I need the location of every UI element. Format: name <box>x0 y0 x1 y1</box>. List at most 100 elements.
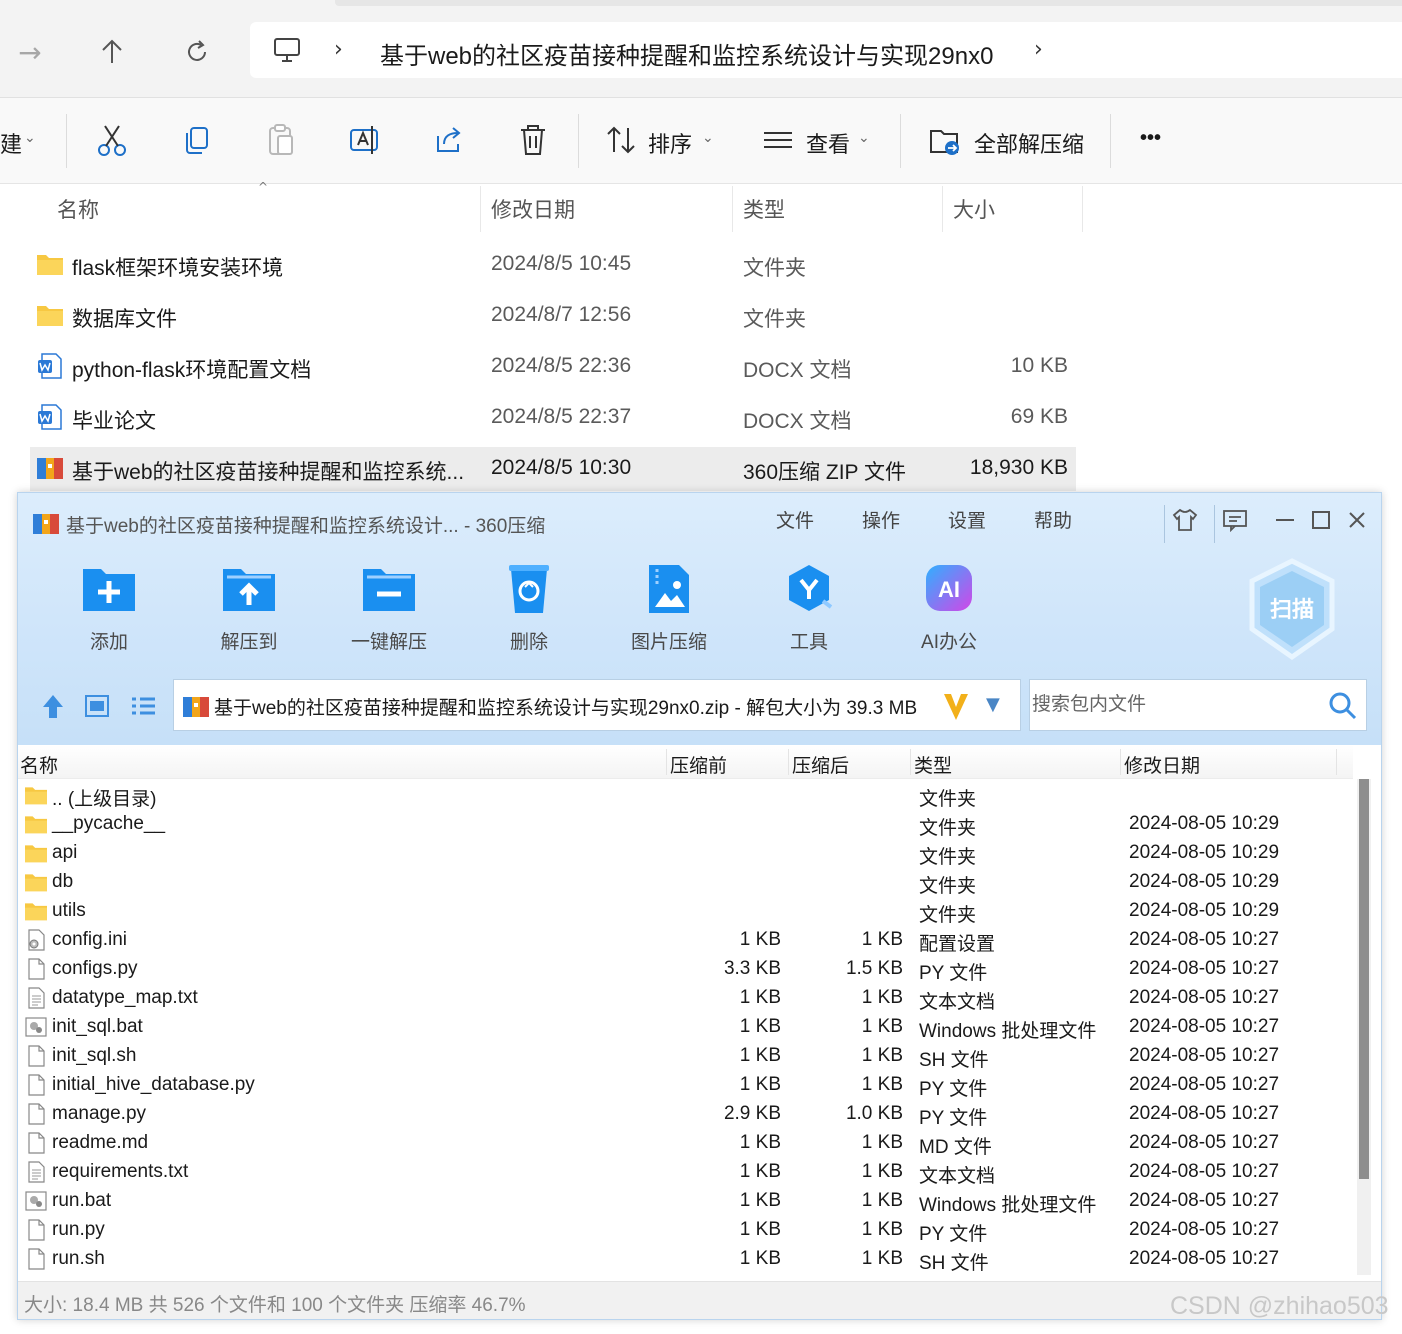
entry-name: __pycache__ <box>52 813 166 834</box>
zip-list-row[interactable]: db 文件夹 2024-08-05 10:29 <box>18 868 1353 897</box>
new-button-label[interactable]: 建 <box>0 127 22 159</box>
column-divider[interactable] <box>666 749 667 775</box>
extract-all-icon[interactable] <box>928 122 962 158</box>
zip-list-row[interactable]: init_sql.sh 1 KB 1 KB SH 文件 2024-08-05 10:27 <box>18 1042 1353 1071</box>
vertical-scrollbar[interactable] <box>1357 779 1371 1275</box>
chevron-down-icon[interactable]: ▼ <box>986 694 1000 715</box>
zip-list-row[interactable]: api 文件夹 2024-08-05 10:29 <box>18 839 1353 868</box>
zip-column-header-after[interactable]: 压缩后 <box>792 751 849 778</box>
breadcrumb[interactable]: 基于web的社区疫苗接种提醒和监控系统设计与实现29nx0 <box>380 36 993 71</box>
column-header-type[interactable]: 类型 <box>743 194 785 224</box>
file-row[interactable]: 基于web的社区疫苗接种提醒和监控系统... 2024/8/5 10:30 360压… <box>30 447 1076 491</box>
more-icon[interactable]: ••• <box>1140 127 1161 150</box>
file-row[interactable]: flask框架环境安装环境 2024/8/5 10:45 文件夹 <box>30 243 1076 287</box>
zip-column-header-date[interactable]: 修改日期 <box>1124 751 1200 778</box>
view-button-label[interactable]: 查看 <box>806 127 850 159</box>
zip-list-row[interactable]: readme.md 1 KB 1 KB MD 文件 2024-08-05 10:27 <box>18 1129 1353 1158</box>
zip-list-row[interactable]: run.bat 1 KB 1 KB Windows 批处理文件 2024-08-05 1… <box>18 1187 1353 1216</box>
delete-icon[interactable] <box>516 122 550 158</box>
rename-icon[interactable] <box>348 122 382 158</box>
zip-list-row[interactable]: requirements.txt 1 KB 1 KB 文本文档 2024-08-05 1… <box>18 1158 1353 1187</box>
file-row[interactable]: python-flask环境配置文档 2024/8/5 22:36 DOCX 文档 1… <box>30 345 1076 389</box>
delete-button[interactable]: 删除 <box>474 563 584 654</box>
zip-list-row[interactable]: .. (上级目录) 文件夹 <box>18 781 1353 810</box>
skin-shirt-icon[interactable] <box>1168 503 1202 537</box>
one-click-extract-button[interactable]: 一键解压 <box>334 563 444 654</box>
entry-size-before: 2.9 KB <box>723 1103 781 1124</box>
view-icon[interactable] <box>762 122 796 158</box>
menu-operate[interactable]: 操作 <box>862 506 900 533</box>
address-bar[interactable]: › 基于web的社区疫苗接种提醒和监控系统设计与实现29nx0 › <box>250 22 1402 78</box>
menu-file[interactable]: 文件 <box>776 506 814 533</box>
refresh-icon[interactable] <box>175 30 219 74</box>
column-divider[interactable] <box>480 186 481 232</box>
sort-icon[interactable] <box>604 122 638 158</box>
column-divider[interactable] <box>910 749 911 775</box>
ai-office-button[interactable]: AI AI办公 <box>894 563 1004 654</box>
file-row[interactable]: 数据库文件 2024/8/7 12:56 文件夹 <box>30 294 1076 338</box>
search-icon[interactable] <box>1328 691 1358 721</box>
chevron-right-icon[interactable]: › <box>1034 37 1043 62</box>
chevron-down-icon[interactable]: ⌄ <box>24 130 36 146</box>
minimize-icon[interactable] <box>1268 503 1302 537</box>
maximize-icon[interactable] <box>1304 503 1338 537</box>
column-header-name[interactable]: 名称 <box>57 194 99 224</box>
zip-column-header-name[interactable]: 名称 <box>20 751 58 778</box>
folder-icon <box>36 251 64 277</box>
column-divider[interactable] <box>788 749 789 775</box>
column-divider[interactable] <box>942 186 943 232</box>
share-icon[interactable] <box>432 122 466 158</box>
zip-list-row[interactable]: datatype_map.txt 1 KB 1 KB 文本文档 2024-08-05 1… <box>18 984 1353 1013</box>
list-view-icon[interactable] <box>128 691 158 721</box>
chevron-right-icon[interactable]: › <box>334 37 343 62</box>
up-icon[interactable] <box>90 30 134 74</box>
extract-all-button-label[interactable]: 全部解压缩 <box>974 127 1084 159</box>
search-input[interactable] <box>1032 682 1322 728</box>
entry-type: 文件夹 <box>919 905 977 926</box>
file-row[interactable]: 毕业论文 2024/8/5 22:37 DOCX 文档 69 KB <box>30 396 1076 440</box>
scan-shield-button[interactable]: 扫描 <box>1246 557 1338 661</box>
zip-list-row[interactable]: init_sql.bat 1 KB 1 KB Windows 批处理文件 2024-08… <box>18 1013 1353 1042</box>
file-type: 文件夹 <box>743 257 806 280</box>
column-divider[interactable] <box>1336 749 1337 775</box>
column-header-size[interactable]: 大小 <box>953 194 995 224</box>
entry-name: run.py <box>52 1219 105 1240</box>
search-box[interactable] <box>1029 679 1367 731</box>
menu-settings[interactable]: 设置 <box>948 506 986 533</box>
zip-list-row[interactable]: utils 文件夹 2024-08-05 10:29 <box>18 897 1353 926</box>
tools-button[interactable]: 工具 <box>754 563 864 654</box>
scrollbar-thumb[interactable] <box>1359 779 1369 1179</box>
zip-list-row[interactable]: run.sh 1 KB 1 KB SH 文件 2024-08-05 10:27 <box>18 1245 1353 1274</box>
paste-icon[interactable] <box>264 122 298 158</box>
feedback-icon[interactable] <box>1218 503 1252 537</box>
this-pc-icon <box>274 38 300 62</box>
cut-icon[interactable] <box>95 122 129 158</box>
forward-icon[interactable]: → <box>8 30 52 74</box>
image-compress-button[interactable]: 图片压缩 <box>614 563 724 654</box>
archive-path-field[interactable]: 基于web的社区疫苗接种提醒和监控系统设计与实现29nx0.zip - 解包大小… <box>173 679 1021 731</box>
chevron-down-icon[interactable]: ⌄ <box>702 130 714 146</box>
vip-v-icon[interactable] <box>942 690 970 722</box>
column-header-date[interactable]: 修改日期 <box>491 194 575 224</box>
zip-column-header-before[interactable]: 压缩前 <box>670 751 727 778</box>
close-icon[interactable] <box>1340 503 1374 537</box>
thumbnail-view-icon[interactable] <box>82 691 112 721</box>
extract-to-button[interactable]: 解压到 <box>194 563 304 654</box>
zip-list-row[interactable]: initial_hive_database.py 1 KB 1 KB PY 文件 202… <box>18 1071 1353 1100</box>
zip-column-header-type[interactable]: 类型 <box>914 751 952 778</box>
sort-button-label[interactable]: 排序 <box>648 127 692 159</box>
zip-list-row[interactable]: run.py 1 KB 1 KB PY 文件 2024-08-05 10:27 <box>18 1216 1353 1245</box>
zip-list-row[interactable]: configs.py 3.3 KB 1.5 KB PY 文件 2024-08-05 10… <box>18 955 1353 984</box>
up-level-icon[interactable] <box>38 691 68 721</box>
zip-list-row[interactable]: __pycache__ 文件夹 2024-08-05 10:29 <box>18 810 1353 839</box>
column-divider[interactable] <box>1120 749 1121 775</box>
menu-help[interactable]: 帮助 <box>1034 506 1072 533</box>
zip-list-row[interactable]: config.ini 1 KB 1 KB 配置设置 2024-08-05 10:27 <box>18 926 1353 955</box>
zip-list-row[interactable]: manage.py 2.9 KB 1.0 KB PY 文件 2024-08-05 10:… <box>18 1100 1353 1129</box>
copy-icon[interactable] <box>180 122 214 158</box>
add-button[interactable]: 添加 <box>54 563 164 654</box>
chevron-down-icon[interactable]: ⌄ <box>858 130 870 146</box>
column-divider[interactable] <box>732 186 733 232</box>
column-divider[interactable] <box>1082 186 1083 232</box>
image-compress-icon <box>649 565 689 613</box>
